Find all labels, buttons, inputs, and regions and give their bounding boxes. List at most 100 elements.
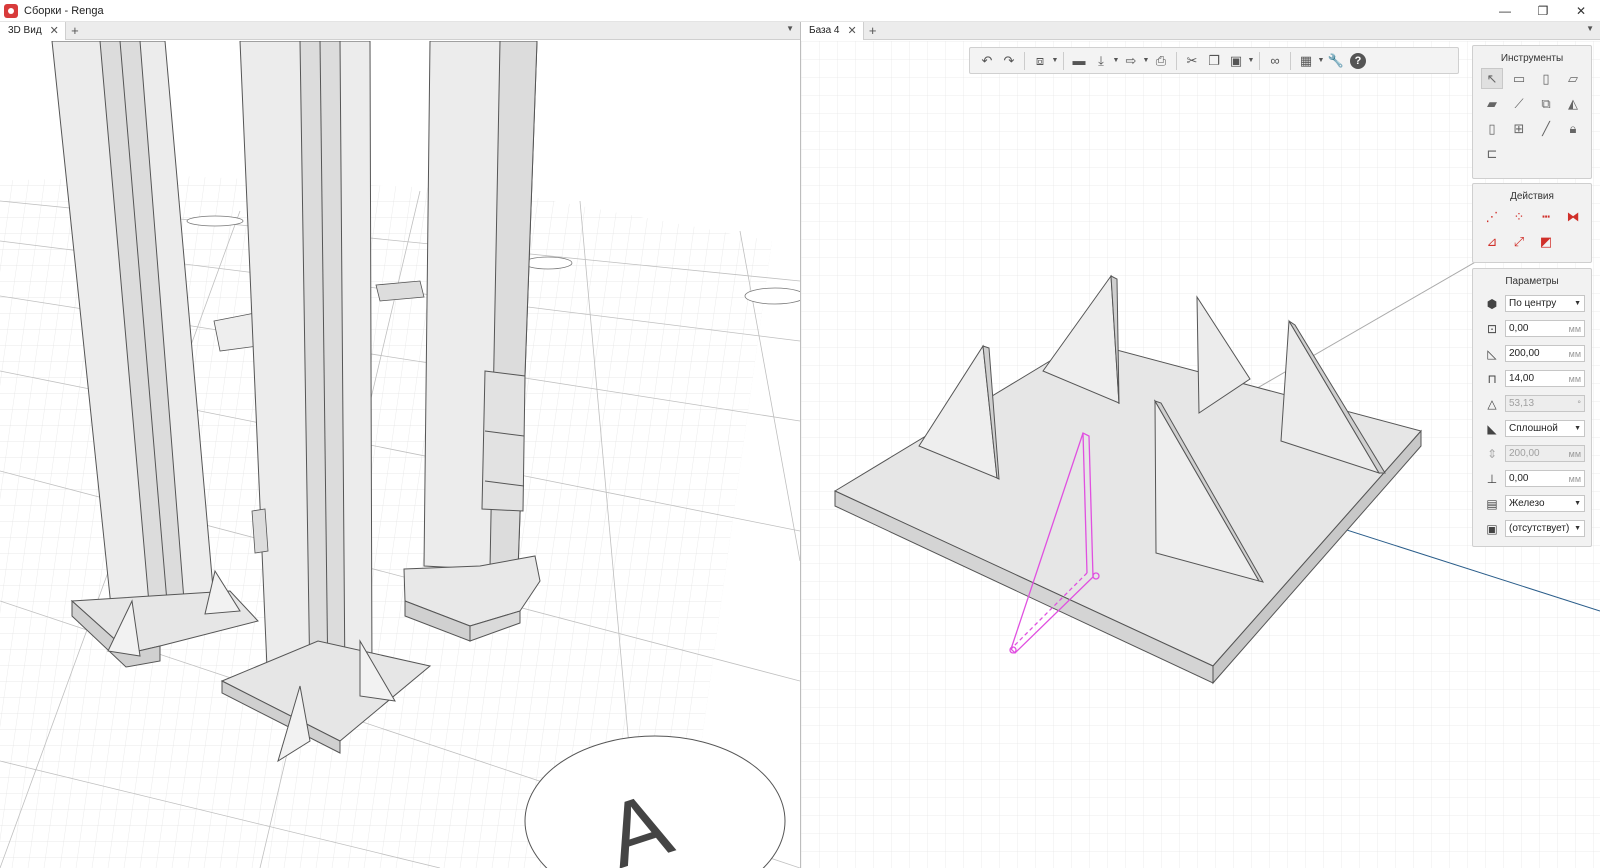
elevation-input[interactable]: 0,00 мм: [1505, 470, 1585, 487]
line-icon[interactable]: ╱: [1535, 118, 1557, 139]
material-value: Железо: [1509, 498, 1545, 509]
tab-menu-button[interactable]: ▼: [1586, 24, 1594, 33]
beam-icon[interactable]: ▱: [1562, 68, 1584, 89]
offset-input[interactable]: 0,00 мм: [1505, 320, 1585, 337]
parameters-panel: Параметры ⬢ По центру ▼ ⊡ 0,00 мм ◺ 200,…: [1472, 268, 1592, 547]
fill-type-value: Сплошной: [1509, 423, 1558, 434]
tools-panel: Инструменты ↖ ▭ ▯ ▱ ▰ ⟋ ⧉ ◭ ▯ ⊞ ╱ 🔒︎ ⊏: [1472, 45, 1592, 179]
angle-input: 53,13 °: [1505, 395, 1585, 412]
grid-view-icon[interactable]: ▦: [1295, 51, 1317, 71]
tab-menu-button[interactable]: ▼: [786, 24, 794, 33]
cut-icon[interactable]: ✂: [1181, 51, 1203, 71]
mark-icon: ▣: [1486, 521, 1498, 536]
add-tab-button[interactable]: +: [66, 23, 84, 38]
folder-open-icon[interactable]: ▬: [1068, 51, 1090, 71]
close-tab-icon[interactable]: ✕: [848, 24, 857, 37]
redo-icon[interactable]: ↷: [998, 51, 1020, 71]
tab-base-4-label: База 4: [809, 25, 840, 36]
renga-logo-icon: [4, 3, 18, 18]
unit-label: °: [1577, 398, 1581, 409]
array-icon[interactable]: ┅: [1535, 206, 1557, 227]
elevation-value: 0,00: [1509, 473, 1529, 484]
element-icon[interactable]: ⊏: [1481, 143, 1503, 164]
unit-label: мм: [1568, 348, 1581, 359]
left-tabbar: 3D Вид ✕ + ▼: [0, 21, 800, 40]
chevron-down-icon[interactable]: ▼: [1112, 57, 1120, 64]
wall-icon[interactable]: ▭: [1508, 68, 1530, 89]
view-cube-icon[interactable]: ⧈: [1029, 51, 1051, 71]
mirror-icon[interactable]: ⧓: [1562, 206, 1584, 227]
select-icon[interactable]: ↖: [1481, 68, 1503, 89]
chevron-down-icon: ▼: [1574, 525, 1581, 532]
chevron-down-icon: ▼: [1574, 300, 1581, 307]
window-titlebar: Сборки - Renga — ❐ ✕: [0, 0, 1600, 22]
chevron-down-icon[interactable]: ▼: [1247, 57, 1255, 64]
alignment-select[interactable]: По центру ▼: [1505, 295, 1585, 312]
triangle-length-icon: ◺: [1487, 346, 1497, 361]
thickness-value: 14,00: [1509, 373, 1535, 384]
material-select[interactable]: Железо ▼: [1505, 495, 1585, 512]
paste-icon[interactable]: ▣: [1225, 51, 1247, 71]
fill-type-select[interactable]: Сплошной ▼: [1505, 420, 1585, 437]
thickness-input[interactable]: 14,00 мм: [1505, 370, 1585, 387]
copy-icon[interactable]: ❐: [1203, 51, 1225, 71]
chevron-down-icon[interactable]: ▼: [1142, 57, 1150, 64]
actions-panel: Действия ⋰ ⁘ ┅ ⧓ ⊿ ⤢ ◩: [1472, 183, 1592, 263]
close-button[interactable]: ✕: [1562, 0, 1600, 22]
tab-3d-view[interactable]: 3D Вид ✕: [0, 21, 66, 40]
tab-3d-view-label: 3D Вид: [8, 25, 42, 36]
tab-base-4[interactable]: База 4 ✕: [801, 21, 864, 40]
param-offset: ⊡ 0,00 мм: [1473, 316, 1591, 341]
height-icon: ⇕: [1486, 446, 1498, 461]
add-tab-button[interactable]: +: [864, 23, 882, 38]
parameters-panel-title: Параметры: [1505, 276, 1559, 287]
slab-icon[interactable]: ▰: [1481, 93, 1503, 114]
param-mark: ▣ (отсутствует) ▼: [1473, 516, 1591, 541]
param-length: ◺ 200,00 мм: [1473, 341, 1591, 366]
scale-icon[interactable]: ⤢: [1508, 231, 1530, 252]
actions-panel-title: Действия: [1510, 191, 1554, 202]
door-icon[interactable]: ▯: [1481, 118, 1503, 139]
roof-icon[interactable]: ◭: [1562, 93, 1584, 114]
align-icon[interactable]: ⊿: [1481, 231, 1503, 252]
chevron-down-icon[interactable]: ▼: [1317, 57, 1325, 64]
plate-icon[interactable]: ⟋: [1508, 93, 1530, 114]
move-icon[interactable]: ⋰: [1481, 206, 1503, 227]
viewport-3d-view[interactable]: A: [0, 41, 800, 868]
length-value: 200,00: [1509, 348, 1540, 359]
close-tab-icon[interactable]: ✕: [50, 24, 59, 37]
mark-select[interactable]: (отсутствует) ▼: [1505, 520, 1585, 537]
unit-label: мм: [1568, 373, 1581, 384]
length-input[interactable]: 200,00 мм: [1505, 345, 1585, 362]
offset-icon: ⊡: [1486, 321, 1498, 336]
window-icon[interactable]: ⊞: [1508, 118, 1530, 139]
angle-icon: △: [1487, 396, 1497, 411]
param-height: ⇕ 200,00 мм: [1473, 441, 1591, 466]
help-button[interactable]: ?: [1347, 51, 1369, 71]
param-elevation: ⊥ 0,00 мм: [1473, 466, 1591, 491]
param-alignment: ⬢ По центру ▼: [1473, 291, 1591, 316]
unit-label: мм: [1568, 323, 1581, 334]
chevron-down-icon: ▼: [1574, 500, 1581, 507]
undo-icon[interactable]: ↶: [976, 51, 998, 71]
rib-icon[interactable]: ⧉: [1535, 93, 1557, 114]
minimize-button[interactable]: —: [1486, 0, 1524, 22]
window-title: Сборки - Renga: [24, 4, 104, 17]
save-icon[interactable]: ⤓: [1090, 51, 1112, 71]
window-controls: — ❐ ✕: [1486, 0, 1600, 22]
settings-wrench-icon[interactable]: 🔧: [1325, 51, 1347, 71]
tools-panel-title: Инструменты: [1500, 53, 1564, 64]
delete-icon[interactable]: ◩: [1535, 231, 1557, 252]
print-icon[interactable]: ⎙: [1150, 51, 1172, 71]
chevron-down-icon[interactable]: ▼: [1051, 57, 1059, 64]
link-icon[interactable]: ∞: [1264, 51, 1286, 71]
maximize-button[interactable]: ❐: [1524, 0, 1562, 22]
main-toolbar: ↶ ↷ ⧈ ▼ ▬ ⤓ ▼ ⇨ ▼ ⎙ ✂ ❐ ▣ ▼ ∞ ▦ ▼ 🔧 ?: [969, 47, 1459, 74]
rotate-icon[interactable]: ⁘: [1508, 206, 1530, 227]
column-icon[interactable]: ▯: [1535, 68, 1557, 89]
model-3d-scene[interactable]: A: [0, 41, 800, 868]
export-icon[interactable]: ⇨: [1120, 51, 1142, 71]
lock-icon[interactable]: 🔒︎: [1562, 118, 1584, 139]
fill-type-icon: ◣: [1487, 421, 1497, 436]
thickness-icon: ⊓: [1487, 371, 1497, 386]
